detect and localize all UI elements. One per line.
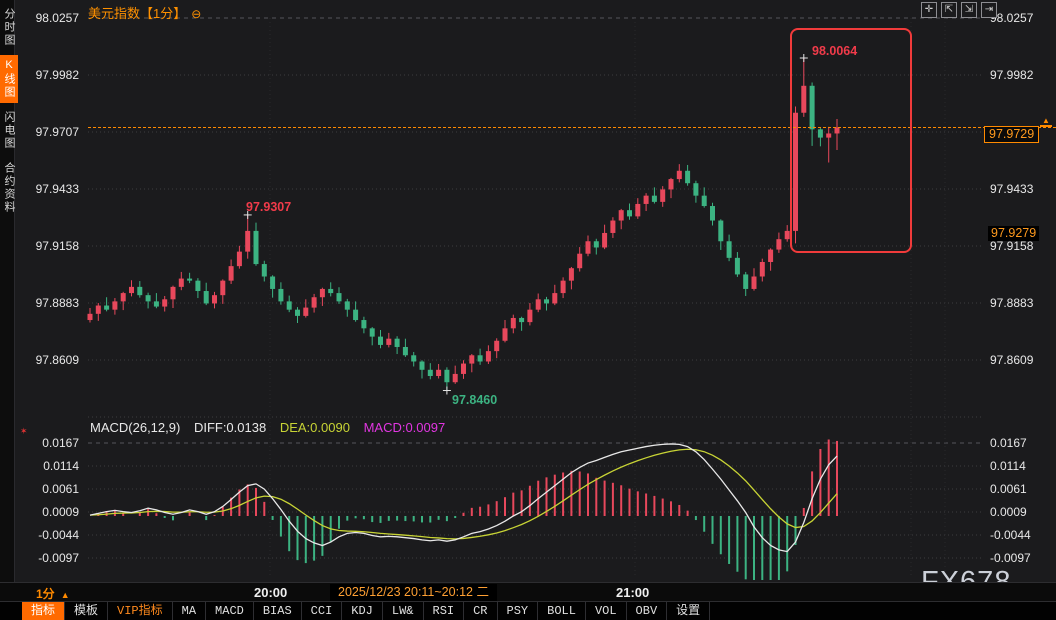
macd-axis-label-right: -0.0044 bbox=[990, 528, 1031, 542]
collapse-icon[interactable]: ⊖ bbox=[191, 7, 201, 21]
price-axis-label-right: 97.9982 bbox=[990, 68, 1033, 82]
timeframe-label: 1分 bbox=[36, 587, 55, 601]
sidebar-item-flash[interactable]: 闪电图 bbox=[0, 107, 18, 154]
zoom-box-icon[interactable]: ⇱ bbox=[941, 2, 957, 18]
timeframe-arrow-icon: ▲ bbox=[61, 590, 70, 600]
macd-axis-label-right: 0.0061 bbox=[990, 482, 1027, 496]
toolbar-item-kdj[interactable]: KDJ bbox=[342, 602, 383, 620]
price-axis-label-right: 97.8883 bbox=[990, 296, 1033, 310]
sidebar-item-contract-info[interactable]: 合约资料 bbox=[0, 158, 18, 218]
toolbar-item-rsi[interactable]: RSI bbox=[424, 602, 465, 620]
crosshair-time-tag: 2025/12/23 20:11~20:12 二 bbox=[330, 584, 497, 601]
time-axis-row: 1分 ▲ 20:00 2025/12/23 20:11~20:12 二 21:00 bbox=[0, 582, 1056, 602]
annotation-high-price: 98.0064 bbox=[812, 44, 857, 58]
macd-diff-value: DIFF:0.0138 bbox=[194, 420, 266, 435]
toolbar-item-macd[interactable]: MACD bbox=[206, 602, 254, 620]
price-up-marker-icon: ▲ bbox=[1040, 117, 1052, 127]
toolbar-item-ma[interactable]: MA bbox=[173, 602, 206, 620]
candlestick-series bbox=[88, 58, 840, 391]
shift-right-icon[interactable]: ⇥ bbox=[981, 2, 997, 18]
macd-axis-label-right: -0.0097 bbox=[990, 551, 1031, 565]
prev-close-tag: 97.9279 bbox=[988, 226, 1039, 241]
macd-axis-label-right: 0.0167 bbox=[990, 436, 1027, 450]
toolbar-item-obv[interactable]: OBV bbox=[627, 602, 668, 620]
macd-axis-label-right: 0.0114 bbox=[990, 459, 1026, 473]
price-axis-label-right: 97.9433 bbox=[990, 182, 1033, 196]
time-tick-right: 21:00 bbox=[616, 585, 649, 600]
toolbar-item-boll[interactable]: BOLL bbox=[538, 602, 586, 620]
toolbar-item-bias[interactable]: BIAS bbox=[254, 602, 302, 620]
chart-type-sidebar: 分时图 K线图闪电图合约资料 bbox=[0, 0, 15, 582]
highlight-annotation-box bbox=[790, 28, 912, 253]
toolbar-item-cci[interactable]: CCI bbox=[302, 602, 343, 620]
annotation-low-price: 97.8460 bbox=[452, 393, 497, 407]
toolbar-item-vip-indicator[interactable]: VIP指标 bbox=[108, 602, 173, 620]
zoom-axis-icon[interactable]: ⇲ bbox=[961, 2, 977, 18]
trading-app-window: 分时图K线图闪电图合约资料 美元指数【1分】⊖ ✛ ⇱ ⇲ ⇥ 98.02579… bbox=[0, 0, 1056, 620]
time-tick-left: 20:00 bbox=[254, 585, 287, 600]
macd-panel bbox=[90, 440, 837, 580]
toolbar-item-lwr[interactable]: LW& bbox=[383, 602, 424, 620]
timeframe-selector[interactable]: 1分 ▲ bbox=[36, 585, 70, 602]
alarm-icon: ✶ bbox=[20, 426, 28, 437]
macd-dea-value: DEA:0.0090 bbox=[280, 420, 350, 435]
toolbar-item-cr[interactable]: CR bbox=[464, 602, 497, 620]
toolbar-item-settings[interactable]: 设置 bbox=[667, 602, 710, 620]
toolbar-item-template[interactable]: 模板 bbox=[65, 602, 108, 620]
macd-readout: MACD(26,12,9) DIFF:0.0138 DEA:0.0090 MAC… bbox=[90, 420, 445, 435]
toolbar-item-psy[interactable]: PSY bbox=[498, 602, 539, 620]
chart-title-row: 美元指数【1分】 ⊖ bbox=[88, 3, 201, 22]
symbol-title: 美元指数【1分】 bbox=[88, 6, 186, 21]
macd-bar-value: MACD:0.0097 bbox=[364, 420, 446, 435]
price-axis-label-right: 97.8609 bbox=[990, 353, 1033, 367]
sidebar-item-kline[interactable]: K线图 bbox=[0, 55, 18, 103]
annotation-peak-price: 97.9307 bbox=[246, 200, 291, 214]
last-price-tag: 97.9729 bbox=[984, 126, 1039, 143]
indicator-toolbar: 指标模板VIP指标MAMACDBIASCCIKDJLW&RSICRPSYBOLL… bbox=[0, 601, 1056, 620]
pan-tool-icon[interactable]: ✛ bbox=[921, 2, 937, 18]
toolbar-item-vol[interactable]: VOL bbox=[586, 602, 627, 620]
macd-params-label: MACD(26,12,9) bbox=[90, 420, 180, 435]
chart-tools: ✛ ⇱ ⇲ ⇥ bbox=[921, 2, 997, 18]
price-axis-label-right: 97.9158 bbox=[990, 239, 1033, 253]
toolbar-item-indicator[interactable]: 指标 bbox=[22, 602, 65, 620]
sidebar-item-time-share[interactable]: 分时图 bbox=[0, 4, 18, 51]
macd-axis-label-right: 0.0009 bbox=[990, 505, 1027, 519]
